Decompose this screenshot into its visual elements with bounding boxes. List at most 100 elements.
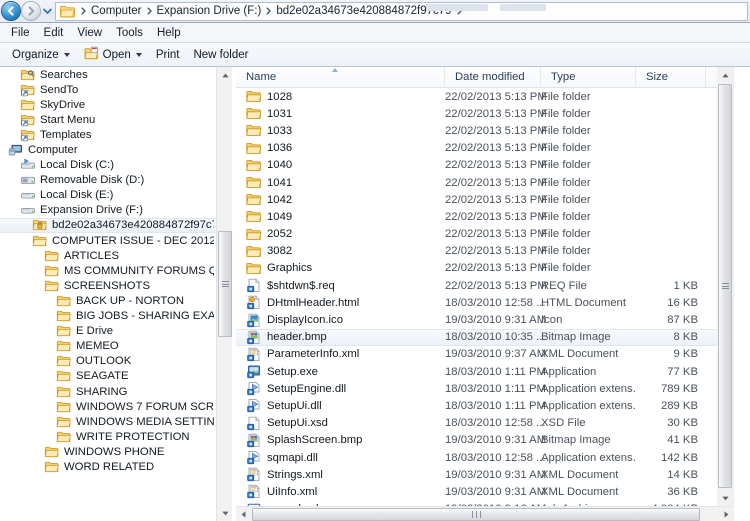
- file-list-row[interactable]: SplashScreen.bmp 19/03/2010 9:31 AM Bitmap…: [236, 432, 750, 449]
- file-list-vertical-scrollbar[interactable]: [717, 67, 733, 506]
- breadcrumb-item-computer[interactable]: Computer: [89, 3, 144, 20]
- organize-button-label: Organize: [12, 48, 59, 61]
- forward-arrow-icon[interactable]: [21, 1, 41, 21]
- file-list-row[interactable]: 1028 22/02/2013 5:13 PM File folder: [236, 88, 750, 105]
- breadcrumb-separator-icon[interactable]: [78, 7, 89, 15]
- scroll-right-arrow-icon[interactable]: [719, 507, 734, 521]
- nav-tree-item[interactable]: ARTICLES: [0, 248, 216, 263]
- column-header-name[interactable]: Name: [236, 67, 445, 88]
- file-name-cell: 1049: [236, 209, 445, 224]
- file-list-row[interactable]: 1033 22/02/2013 5:13 PM File folder: [236, 122, 750, 139]
- chevron-down-icon: [135, 52, 142, 57]
- html-file-icon: [247, 296, 260, 310]
- nav-tree-item[interactable]: SkyDrive: [0, 97, 216, 112]
- print-button[interactable]: Print: [149, 44, 187, 65]
- file-list-row[interactable]: 1042 22/02/2013 5:13 PM File folder: [236, 191, 750, 208]
- nav-tree-item[interactable]: Searches: [0, 67, 216, 82]
- nav-tree-item[interactable]: Removable Disk (D:): [0, 173, 216, 188]
- file-list-row[interactable]: Strings.xml 19/03/2010 9:31 AM XML Documen…: [236, 466, 750, 483]
- column-header-size[interactable]: Size: [636, 67, 706, 88]
- file-list-row[interactable]: 1036 22/02/2013 5:13 PM File folder: [236, 140, 750, 157]
- file-list-row[interactable]: $shtdwn$.req 22/02/2013 5:13 PM REQ File 1 …: [236, 277, 750, 294]
- file-list-row[interactable]: SetupUi.dll 18/03/2010 1:11 PM Application…: [236, 397, 750, 414]
- column-header-type[interactable]: Type: [541, 67, 636, 88]
- nav-tree-item[interactable]: E Drive: [0, 324, 216, 339]
- nav-tree-item-label: E Drive: [76, 325, 114, 338]
- folder-icon: [56, 431, 71, 442]
- nav-tree-item-label: WINDOWS MEDIA SETTING - SKYDRIVE: [76, 415, 214, 428]
- file-list-row[interactable]: 3082 22/02/2013 5:13 PM File folder: [236, 243, 750, 260]
- file-list-row[interactable]: SetupEngine.dll 18/03/2010 1:11 PM Applica…: [236, 380, 750, 397]
- new-folder-button[interactable]: New folder: [186, 44, 255, 65]
- file-name-cell: Strings.xml: [236, 467, 445, 482]
- column-header-date-modified[interactable]: Date modified: [445, 67, 541, 88]
- xml-file-icon: [247, 467, 260, 482]
- file-list-row[interactable]: sqmapi.dll 18/03/2010 12:58 ... Applicatio…: [236, 449, 750, 466]
- menu-item-help[interactable]: Help: [150, 25, 188, 41]
- menu-item-tools[interactable]: Tools: [109, 25, 150, 41]
- scroll-left-arrow-icon[interactable]: [236, 507, 251, 521]
- folder-icon: [246, 245, 262, 257]
- file-list-horizontal-scrollbar[interactable]: [236, 506, 750, 521]
- nav-tree-item[interactable]: Local Disk (E:): [0, 188, 216, 203]
- nav-tree-item[interactable]: SHARING: [0, 384, 216, 399]
- file-list-row[interactable]: 1049 22/02/2013 5:13 PM File folder: [236, 208, 750, 225]
- file-list-row[interactable]: 1031 22/02/2013 5:13 PM File folder: [236, 105, 750, 122]
- file-list-row[interactable]: ParameterInfo.xml 19/03/2010 9:37 AM XML D…: [236, 346, 750, 363]
- file-list-row[interactable]: Setup.exe 18/03/2010 1:11 PM Application 77…: [236, 363, 750, 380]
- nav-tree-item[interactable]: MEMEO: [0, 339, 216, 354]
- file-list-row[interactable]: UiInfo.xml 19/03/2010 9:31 AM XML Document…: [236, 483, 750, 500]
- nav-tree-item[interactable]: WINDOWS PHONE: [0, 444, 216, 459]
- nav-tree-item[interactable]: WINDOWS MEDIA SETTING - SKYDRIVE: [0, 414, 216, 429]
- breadcrumb-root-folder-icon[interactable]: [58, 3, 78, 20]
- nav-tree-item[interactable]: BACK UP - NORTON: [0, 293, 216, 308]
- nav-tree-item[interactable]: Computer: [0, 142, 216, 157]
- file-list-row[interactable]: SetupUi.xsd 18/03/2010 12:58 ... XSD File 3…: [236, 415, 750, 432]
- menu-item-view[interactable]: View: [70, 25, 109, 41]
- menu-item-edit[interactable]: Edit: [37, 25, 71, 41]
- nav-tree-item[interactable]: BIG JOBS - SHARING EXAMPLE - SKYDRIVE: [0, 309, 216, 324]
- file-list-row[interactable]: DisplayIcon.ico 19/03/2010 9:31 AM Icon 87 …: [236, 311, 750, 328]
- file-type-cell: Application: [541, 365, 597, 378]
- nav-tree-item[interactable]: Start Menu: [0, 112, 216, 127]
- file-list-row[interactable]: Graphics 22/02/2013 5:13 PM File folder: [236, 260, 750, 277]
- navigation-pane-scroll-thumb[interactable]: [218, 231, 232, 337]
- nav-tree-item[interactable]: SendTo: [0, 82, 216, 97]
- navigation-pane-scrollbar[interactable]: [216, 67, 232, 521]
- file-list-row[interactable]: 2052 22/02/2013 5:13 PM File folder: [236, 226, 750, 243]
- nav-tree-item[interactable]: MS COMMUNITY FORUMS QUESTIONS: [0, 263, 216, 278]
- nav-tree-item[interactable]: Templates: [0, 127, 216, 142]
- file-list: 1028 22/02/2013 5:13 PM File folder 1031 22/…: [236, 88, 750, 506]
- file-list-row[interactable]: header.bmp 18/03/2010 10:35 ... Bitmap Ima…: [236, 328, 750, 346]
- nav-tree-item[interactable]: OUTLOOK: [0, 354, 216, 369]
- file-list-row[interactable]: 1041 22/02/2013 5:13 PM File folder: [236, 174, 750, 191]
- nav-tree-item[interactable]: WINDOWS 7 FORUM SCREENS: [0, 399, 216, 414]
- nav-tree-item[interactable]: bd2e02a34673e420884872f97c79: [0, 217, 216, 234]
- nav-tree-item[interactable]: SCREENSHOTS: [0, 278, 216, 293]
- file-list-row[interactable]: 1040 22/02/2013 5:13 PM File folder: [236, 157, 750, 174]
- nav-tree-item[interactable]: COMPUTER ISSUE - DEC 2012: [0, 233, 216, 248]
- file-list-scroll-thumb[interactable]: [718, 84, 732, 488]
- file-size-cell: 36 KB: [667, 485, 698, 498]
- nav-tree-item[interactable]: Local Disk (C:): [0, 158, 216, 173]
- nav-tree-item[interactable]: SEAGATE: [0, 369, 216, 384]
- scroll-down-arrow-icon[interactable]: [717, 490, 733, 506]
- breadcrumb-item-expansion-drive[interactable]: Expansion Drive (F:): [155, 3, 264, 20]
- organize-button[interactable]: Organize: [5, 44, 77, 65]
- file-list-row[interactable]: DHtmlHeader.html 18/03/2010 12:58 ... HTML…: [236, 294, 750, 311]
- breadcrumb[interactable]: Computer Expansion Drive (F:) bd2e02a346…: [55, 1, 748, 21]
- nav-tree-item[interactable]: WORD RELATED: [0, 459, 216, 474]
- open-button[interactable]: Open: [77, 44, 149, 65]
- scroll-up-arrow-icon[interactable]: [217, 67, 232, 83]
- file-name-cell: 2052: [236, 227, 445, 242]
- breadcrumb-separator-icon[interactable]: [144, 7, 155, 15]
- nav-tree-item[interactable]: Expansion Drive (F:): [0, 203, 216, 218]
- menu-item-file[interactable]: File: [4, 25, 37, 41]
- horizontal-scroll-thumb[interactable]: [252, 508, 700, 521]
- nav-tree-item[interactable]: WRITE PROTECTION: [0, 429, 216, 444]
- back-arrow-icon[interactable]: [1, 1, 21, 21]
- chevron-down-icon[interactable]: [41, 1, 54, 21]
- scroll-down-arrow-icon[interactable]: [217, 505, 232, 521]
- scroll-up-arrow-icon[interactable]: [717, 67, 733, 83]
- breadcrumb-separator-icon[interactable]: [263, 7, 274, 15]
